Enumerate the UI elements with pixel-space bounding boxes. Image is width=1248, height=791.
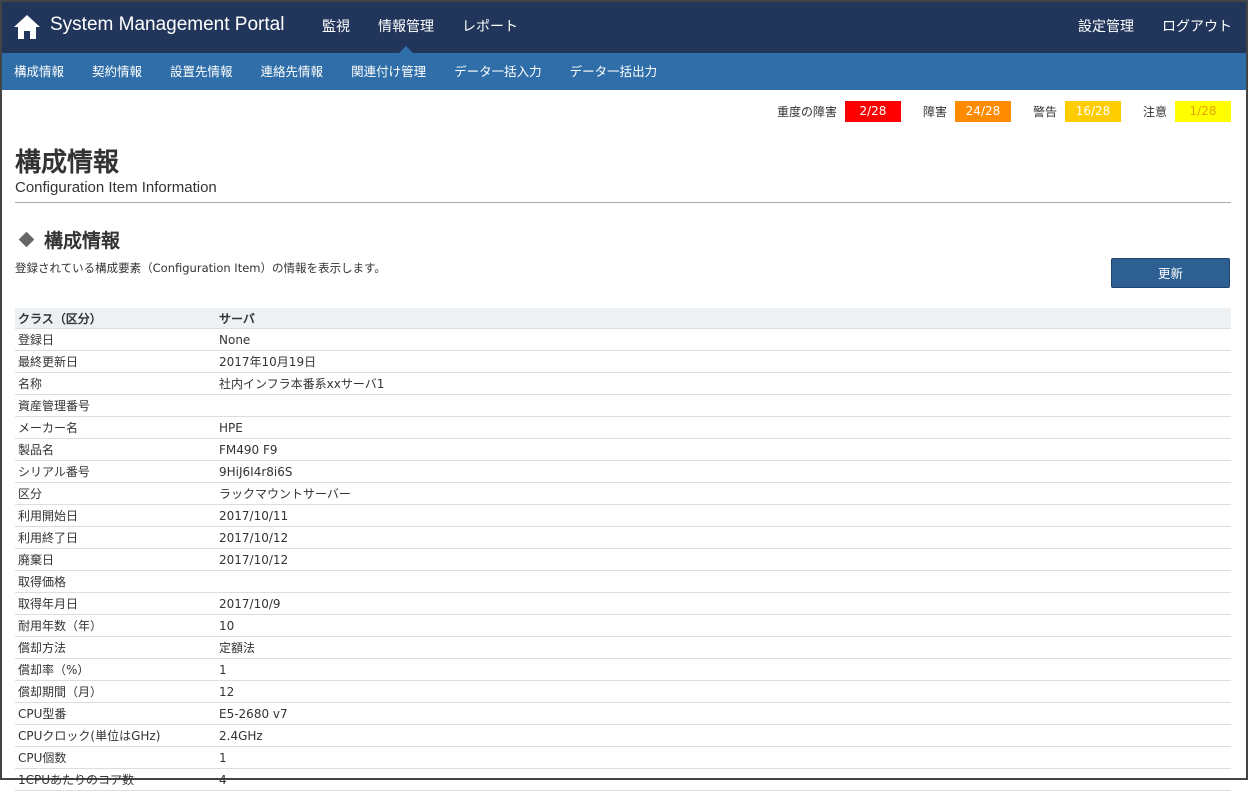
row-key: 製品名 — [18, 443, 55, 457]
row-value: None — [219, 332, 251, 347]
row-key: 最終更新日 — [18, 355, 79, 369]
table-row: 利用終了日 2017/10/12 — [15, 527, 1231, 549]
row-key: 登録日 — [18, 333, 55, 347]
table-header-row: クラス（区分） サーバ — [15, 308, 1231, 329]
table-row: 名称 社内インフラ本番系xxサーバ1 — [15, 373, 1231, 395]
row-key: CPUクロック(単位はGHz) — [18, 729, 161, 743]
table-header-value: サーバ — [219, 311, 255, 326]
table-body: 登録日 None 最終更新日 2017年10月19日名称 社内インフラ本番系xxサーバ1… — [15, 329, 1231, 791]
table-header-key: クラス（区分） — [18, 311, 102, 326]
row-key: 耐用年数（年） — [18, 619, 103, 633]
row-value: 2017/10/12 — [219, 530, 289, 545]
row-value: E5-2680 v7 — [219, 706, 288, 721]
status-badge-error[interactable]: 24/28 — [954, 101, 1011, 122]
row-value: HPE — [219, 420, 243, 435]
table-row: CPU型番 E5-2680 v7 — [15, 703, 1231, 725]
table-row: 最終更新日 2017年10月19日 — [15, 351, 1231, 373]
row-key: 廃棄日 — [18, 553, 55, 567]
alert-status-summary: 重度の障害 2/28 障害 24/28 警告 16/28 注意 1/28 — [755, 101, 1231, 122]
table-row: 資産管理番号 — [15, 395, 1231, 417]
row-value: 12 — [219, 684, 235, 699]
table-row: CPU個数 1 — [15, 747, 1231, 769]
row-value: 2017年10月19日 — [219, 355, 317, 369]
section-title: 構成情報 — [44, 230, 121, 252]
row-key: CPU個数 — [18, 751, 67, 765]
status-badge-warning[interactable]: 16/28 — [1064, 101, 1121, 122]
status-badge-critical[interactable]: 2/28 — [844, 101, 901, 122]
section-description: 登録されている構成要素（Configuration Item）の情報を表示します… — [15, 261, 386, 275]
status-label-warning: 警告 — [1032, 105, 1057, 119]
subnav-item-bulk-export[interactable]: データ一括出力 — [558, 53, 672, 90]
configuration-item-table: クラス（区分） サーバ 登録日 None 最終更新日 2017年10月19日名称 社内イ… — [15, 308, 1231, 791]
row-value: 10 — [219, 618, 235, 633]
refresh-button[interactable]: 更新 — [1111, 258, 1230, 288]
table-row: 区分 ラックマウントサーバー — [15, 483, 1231, 505]
table-row: 廃棄日 2017/10/12 — [15, 549, 1231, 571]
table-row: 償却率（%） 1 — [15, 659, 1231, 681]
nav-item-report[interactable]: レポート — [448, 2, 532, 53]
row-value: 2017/10/11 — [219, 508, 289, 523]
table-row: 登録日 None — [15, 329, 1231, 351]
brand-title[interactable]: System Management Portal — [50, 14, 284, 36]
row-key: 取得価格 — [18, 575, 67, 589]
subnav-item-location[interactable]: 設置先情報 — [158, 53, 247, 90]
table-row: 取得価格 — [15, 571, 1231, 593]
main-nav: 監視 情報管理 レポート — [308, 2, 532, 53]
row-key: 資産管理番号 — [18, 399, 91, 413]
row-key: 利用開始日 — [18, 509, 79, 523]
header-right-menu: 設定管理 ログアウト — [1064, 2, 1246, 53]
section-heading: 構成情報 — [18, 226, 121, 253]
row-key: 償却率（%） — [18, 663, 90, 677]
row-value: 1 — [219, 662, 227, 677]
subnav-item-contact[interactable]: 連絡先情報 — [249, 53, 338, 90]
row-value: 2017/10/12 — [219, 552, 289, 567]
status-badge-notice[interactable]: 1/28 — [1175, 101, 1231, 122]
row-value: 9HiJ6I4r8i6S — [219, 464, 293, 479]
subnav-item-bulk-import[interactable]: データ一括入力 — [442, 53, 556, 90]
row-key: メーカー名 — [18, 421, 79, 435]
table-row: 1CPUあたりのコア数 4 — [15, 769, 1231, 791]
row-key: 区分 — [18, 487, 43, 501]
row-value: 1 — [219, 750, 227, 765]
table-row: 償却期間（月） 12 — [15, 681, 1231, 703]
row-key: 償却期間（月） — [18, 685, 103, 699]
diamond-bullet-icon — [18, 231, 35, 248]
subnav-item-contract[interactable]: 契約情報 — [80, 53, 156, 90]
home-icon[interactable] — [13, 13, 41, 41]
table-row: 製品名 FM490 F9 — [15, 439, 1231, 461]
top-navigation-bar: System Management Portal 監視 情報管理 レポート 設定… — [2, 2, 1246, 53]
row-key: 償却方法 — [18, 641, 67, 655]
nav-item-info-management[interactable]: 情報管理 — [364, 2, 448, 53]
status-label-critical: 重度の障害 — [776, 105, 837, 119]
subnav-item-relation[interactable]: 関連付け管理 — [339, 53, 440, 90]
row-value: FM490 F9 — [219, 442, 278, 457]
logout-link[interactable]: ログアウト — [1148, 2, 1246, 53]
row-value: 2017/10/9 — [219, 596, 281, 611]
table-row: シリアル番号 9HiJ6I4r8i6S — [15, 461, 1231, 483]
row-value: 定額法 — [219, 641, 256, 655]
row-value: ラックマウントサーバー — [219, 487, 351, 501]
row-value: 社内インフラ本番系xxサーバ1 — [219, 377, 385, 391]
row-key: 取得年月日 — [18, 597, 79, 611]
table-row: 耐用年数（年） 10 — [15, 615, 1231, 637]
sub-navigation-bar: 構成情報 契約情報 設置先情報 連絡先情報 関連付け管理 データ一括入力 データ… — [2, 53, 1246, 90]
page-subtitle: Configuration Item Information — [15, 179, 217, 196]
row-value: 2.4GHz — [219, 728, 263, 743]
nav-item-monitoring[interactable]: 監視 — [308, 2, 364, 53]
row-key: シリアル番号 — [18, 465, 90, 479]
status-label-notice: 注意 — [1142, 105, 1167, 119]
settings-management-link[interactable]: 設定管理 — [1064, 2, 1148, 53]
table-row: 利用開始日 2017/10/11 — [15, 505, 1231, 527]
page-title: 構成情報 — [15, 148, 120, 178]
subnav-item-configuration[interactable]: 構成情報 — [2, 53, 78, 90]
table-row: メーカー名 HPE — [15, 417, 1231, 439]
title-divider — [15, 202, 1231, 203]
table-row: 取得年月日 2017/10/9 — [15, 593, 1231, 615]
table-row: CPUクロック(単位はGHz) 2.4GHz — [15, 725, 1231, 747]
table-row: 償却方法 定額法 — [15, 637, 1231, 659]
row-key: CPU型番 — [18, 707, 67, 721]
row-key: 名称 — [18, 377, 43, 391]
row-key: 利用終了日 — [18, 531, 79, 545]
status-label-error: 障害 — [922, 105, 947, 119]
